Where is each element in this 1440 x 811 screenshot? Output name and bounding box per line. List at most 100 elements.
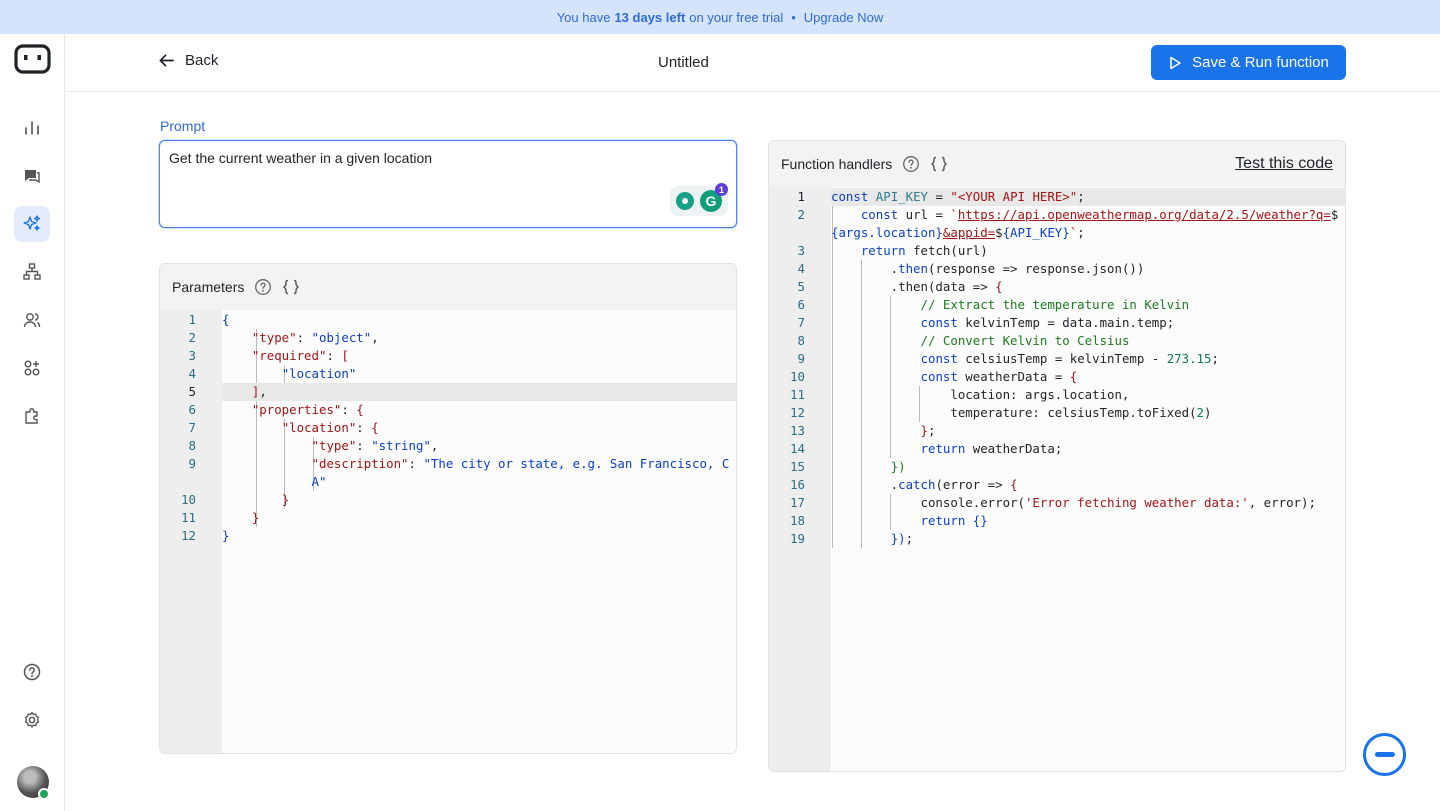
code-line: "properties": { — [251, 402, 364, 417]
code-line: // Convert Kelvin to Celsius — [920, 333, 1130, 348]
grammarly-icon[interactable]: G1 — [700, 183, 728, 212]
code-line: } — [222, 528, 230, 543]
code-line-active: ], — [222, 383, 736, 401]
grammarly-widget[interactable]: G1 — [670, 183, 728, 216]
line-number: 3 — [188, 348, 196, 363]
app-logo-icon[interactable] — [14, 44, 51, 74]
line-number: 5 — [797, 279, 805, 294]
parameters-gutter: 1 2 3 4 5 6 7 8 9 10 11 12 — [160, 310, 222, 753]
prompt-label: Prompt — [160, 118, 206, 134]
lightbulb-icon[interactable] — [676, 192, 694, 210]
code-line: "location": { — [281, 420, 379, 435]
code-line: return {} — [920, 513, 988, 528]
function-editor[interactable]: 1 2 3 4 5 6 7 8 9 10 11 12 13 14 15 16 17 18 19 const API_… — [769, 187, 1345, 771]
line-number: 11 — [181, 510, 196, 525]
code-line: "description": "The city or state, e.g. … — [311, 456, 730, 471]
prompt-input[interactable]: Get the current weather in a given locat… — [159, 140, 737, 228]
line-number: 1 — [797, 189, 805, 204]
help-icon[interactable] — [254, 278, 272, 296]
settings-icon — [24, 711, 40, 728]
back-button[interactable]: Back — [158, 52, 218, 69]
code-line: "location" — [281, 366, 357, 381]
function-handlers-header: Function handlers Test this code — [769, 141, 1345, 187]
line-number: 4 — [188, 366, 196, 381]
code-line: "type": "object", — [251, 330, 379, 345]
code-line: temperature: celsiusTemp.toFixed(2) — [831, 405, 1212, 420]
editor-topbar: Back Untitled Save & Run function — [66, 34, 1440, 92]
code-braces-icon[interactable] — [282, 278, 300, 296]
back-label: Back — [185, 52, 219, 69]
upgrade-now-link[interactable]: Upgrade Now — [804, 10, 884, 25]
apps-add-icon — [24, 360, 40, 376]
parameters-panel: Parameters 1 2 3 4 5 6 7 8 9 10 11 12 { "type": "ob… — [159, 263, 737, 754]
line-number: 10 — [790, 369, 805, 384]
line-number: 14 — [790, 441, 805, 456]
grammarly-badge: 1 — [715, 183, 728, 196]
test-code-link[interactable]: Test this code — [1235, 155, 1333, 173]
save-run-button[interactable]: Save & Run function — [1151, 45, 1346, 80]
sidebar-item-users[interactable] — [14, 302, 50, 338]
sidebar-item-integrations[interactable] — [14, 350, 50, 386]
code-line: return fetch(url) — [860, 243, 988, 258]
line-number: 16 — [790, 477, 805, 492]
line-number — [160, 473, 222, 491]
code-line: console.error('Error fetching weather da… — [831, 495, 1316, 510]
line-number: 1 — [188, 312, 196, 327]
parameters-header: Parameters — [160, 264, 736, 310]
code-line: const celsiusTemp = kelvinTemp - 273.15; — [920, 351, 1219, 366]
code-line: return weatherData; — [920, 441, 1063, 456]
arrow-left-icon — [159, 54, 174, 67]
sidebar-item-analytics[interactable] — [14, 110, 50, 146]
code-line: }); — [890, 531, 914, 546]
sitemap-icon — [23, 263, 41, 280]
line-number: 5 — [188, 384, 196, 399]
code-line: .then(response => response.json()) — [831, 261, 1145, 276]
code-line: A" — [311, 474, 327, 489]
line-number: 19 — [790, 531, 805, 546]
parameters-title: Parameters — [172, 279, 245, 295]
sidebar-item-workflows[interactable] — [14, 254, 50, 290]
line-number: 11 — [790, 387, 805, 402]
parameters-code[interactable]: { "type": "object", "required": [ "locat… — [222, 310, 736, 753]
line-number: 8 — [188, 438, 196, 453]
banner-suffix: on your free trial — [689, 9, 784, 25]
code-line-active: const API_KEY = "<YOUR API HERE>"; — [831, 188, 1345, 206]
code-braces-icon[interactable] — [930, 155, 948, 173]
line-number: 10 — [181, 492, 196, 507]
function-title[interactable]: Untitled — [658, 54, 709, 71]
parameters-editor[interactable]: 1 2 3 4 5 6 7 8 9 10 11 12 { "type": "object", "req… — [160, 310, 736, 753]
line-number: 8 — [797, 333, 805, 348]
play-icon — [1170, 56, 1181, 69]
users-icon — [23, 313, 41, 328]
line-number: 18 — [790, 513, 805, 528]
chat-icon — [25, 170, 40, 184]
line-number — [769, 224, 831, 242]
banner-prefix: You have — [556, 9, 611, 25]
line-number: 6 — [188, 402, 196, 417]
sidebar-help[interactable] — [14, 654, 50, 690]
sidebar-item-plugins[interactable] — [14, 398, 50, 434]
code-line: .then(data => { — [831, 279, 1003, 294]
sidebar-item-chats[interactable] — [14, 158, 50, 194]
code-line: const url = `https://api.openweathermap.… — [860, 207, 1339, 222]
line-number: 12 — [181, 528, 196, 543]
code-line: { — [222, 312, 230, 327]
line-number: 17 — [790, 495, 805, 510]
code-line: "required": [ — [251, 348, 349, 363]
line-number: 2 — [797, 207, 805, 222]
code-line: const weatherData = { — [920, 369, 1078, 384]
help-icon — [23, 663, 41, 681]
code-line: } — [251, 510, 260, 525]
code-line: {args.location}&appid=${API_KEY}`; — [831, 225, 1085, 240]
banner-days-left: 13 days left — [614, 9, 686, 25]
line-number: 3 — [797, 243, 805, 258]
line-number: 9 — [797, 351, 805, 366]
sidebar — [0, 34, 65, 811]
function-code[interactable]: const API_KEY = "<YOUR API HERE>"; const… — [831, 187, 1345, 771]
line-number: 15 — [790, 459, 805, 474]
help-icon[interactable] — [902, 155, 920, 173]
sidebar-item-functions[interactable] — [14, 206, 50, 242]
code-line: }; — [920, 423, 936, 438]
support-chat-button[interactable] — [1363, 733, 1406, 776]
sidebar-settings[interactable] — [14, 702, 50, 738]
